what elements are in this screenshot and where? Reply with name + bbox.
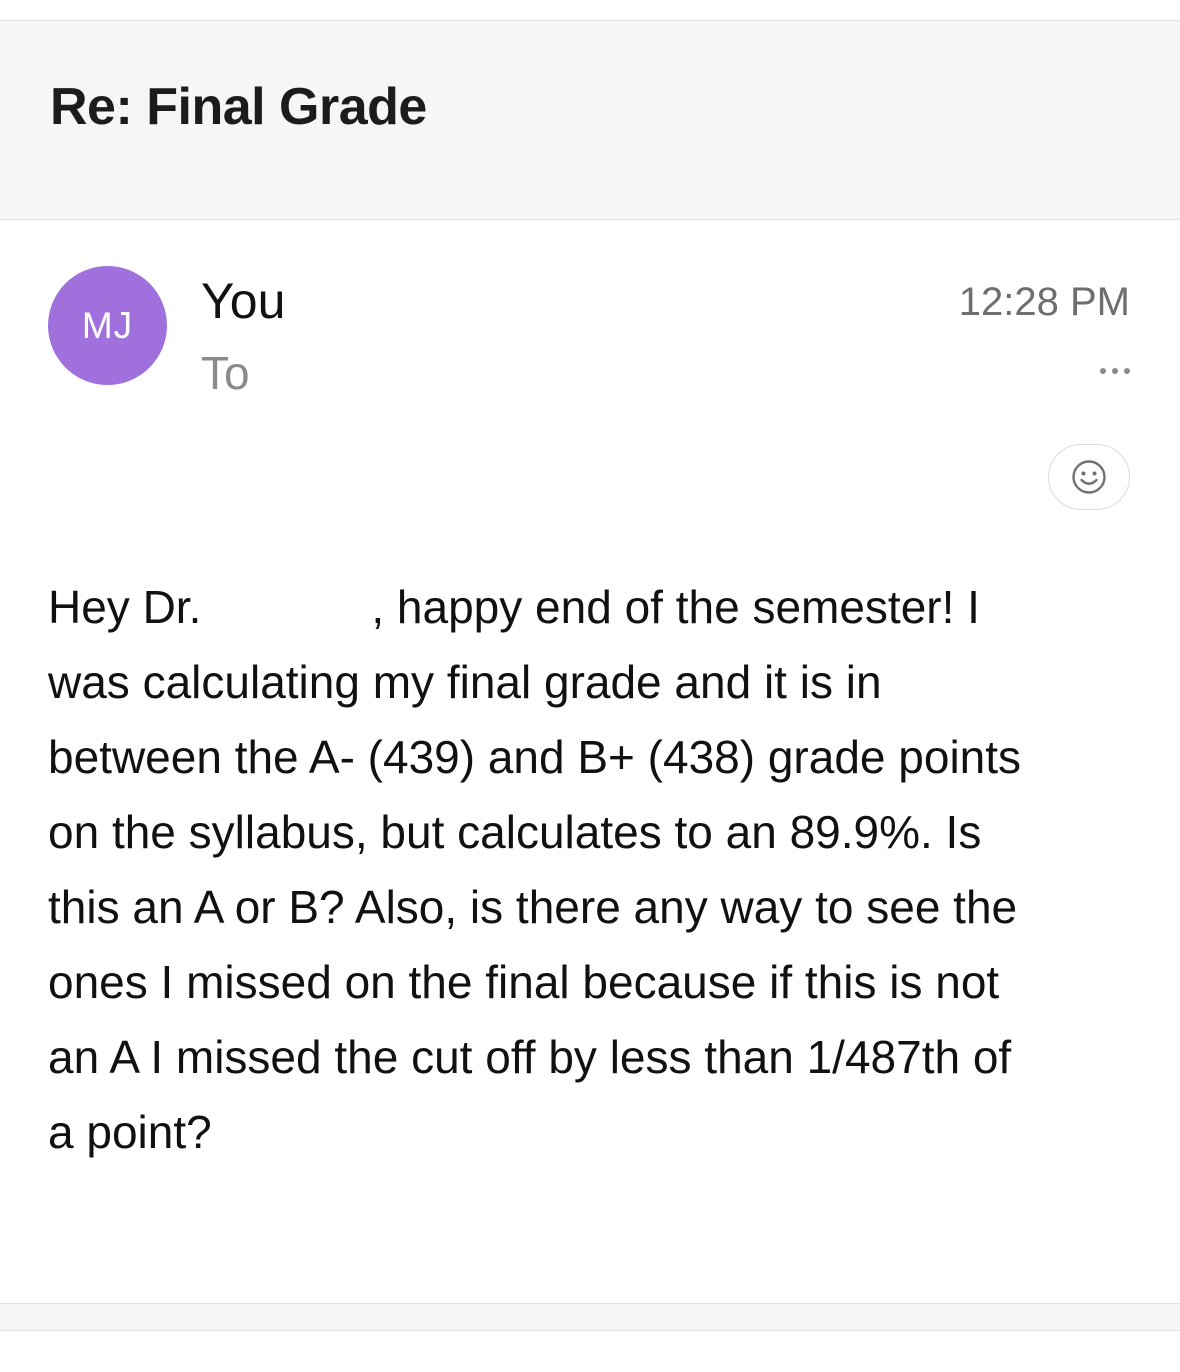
ellipsis-icon (1124, 368, 1130, 374)
sender-avatar[interactable]: MJ (48, 266, 167, 385)
message-timestamp: 12:28 PM (958, 280, 1130, 324)
email-view: Re: Final Grade MJ You To 12:28 PM Hey D… (0, 0, 1180, 1372)
message-body: Hey Dr. , happy end of the semester! I wa… (48, 570, 1148, 1170)
body-line: an A I missed the cut off by less than 1… (48, 1031, 1012, 1083)
recipient-label[interactable]: To (201, 346, 250, 400)
body-text: , happy end of the semester! I (371, 581, 980, 633)
more-options-button[interactable] (1080, 356, 1130, 386)
smiley-icon (1072, 460, 1106, 494)
body-text: Hey Dr. (48, 581, 202, 633)
sender-name[interactable]: You (201, 272, 285, 330)
body-line: was calculating my final grade and it is… (48, 656, 882, 708)
top-divider (0, 0, 1180, 21)
email-subject: Re: Final Grade (50, 78, 427, 136)
ellipsis-icon (1112, 368, 1118, 374)
body-line: between the A- (439) and B+ (438) grade … (48, 731, 1022, 783)
body-line: a point? (48, 1106, 212, 1158)
body-line: ones I missed on the final because if th… (48, 956, 1000, 1008)
ellipsis-icon (1100, 368, 1106, 374)
avatar-initials: MJ (81, 304, 134, 346)
body-line: on the syllabus, but calculates to an 89… (48, 806, 982, 858)
add-reaction-button[interactable] (1048, 444, 1130, 510)
bottom-divider (0, 1303, 1180, 1331)
body-line: this an A or B? Also, is there any way t… (48, 881, 1018, 933)
body-line: Hey Dr. , happy end of the semester! I (48, 570, 1148, 645)
subject-header: Re: Final Grade (0, 21, 1180, 220)
